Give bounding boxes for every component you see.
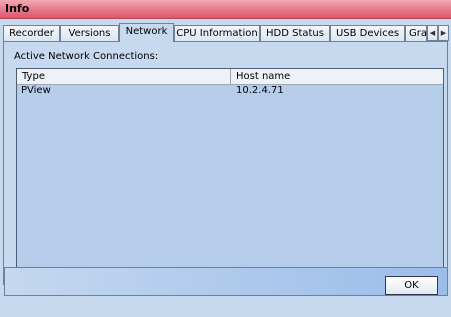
table-row[interactable]: PView 10.2.4.71 xyxy=(17,84,443,98)
list-header: Type Host name xyxy=(17,69,443,85)
chevron-left-icon[interactable]: ◀ xyxy=(427,25,438,41)
tab-recorder[interactable]: Recorder xyxy=(3,25,60,41)
cell-host-name: 10.2.4.71 xyxy=(236,85,284,96)
dialog-footer xyxy=(4,267,448,296)
network-panel: Active Network Connections: Type Host na… xyxy=(3,41,448,285)
tab-cpu-information[interactable]: CPU Information xyxy=(174,25,260,41)
cell-type: PView xyxy=(21,85,51,96)
title-bar: Info xyxy=(0,0,451,19)
section-label: Active Network Connections: xyxy=(14,51,159,62)
column-header-host-name[interactable]: Host name xyxy=(231,69,443,84)
tab-versions[interactable]: Versions xyxy=(60,25,119,41)
tab-bar: Recorder Versions Network CPU Informatio… xyxy=(3,23,449,42)
tab-gra[interactable]: Gra xyxy=(405,25,427,41)
tab-network[interactable]: Network xyxy=(119,23,174,42)
tab-usb-devices[interactable]: USB Devices xyxy=(330,25,405,41)
ok-button[interactable]: OK xyxy=(385,276,438,295)
column-header-type[interactable]: Type xyxy=(17,69,231,84)
connections-list[interactable]: Type Host name PView 10.2.4.71 xyxy=(16,68,444,282)
window-title: Info xyxy=(5,2,30,15)
tab-hdd-status[interactable]: HDD Status xyxy=(260,25,330,41)
chevron-right-icon[interactable]: ▶ xyxy=(438,25,449,41)
